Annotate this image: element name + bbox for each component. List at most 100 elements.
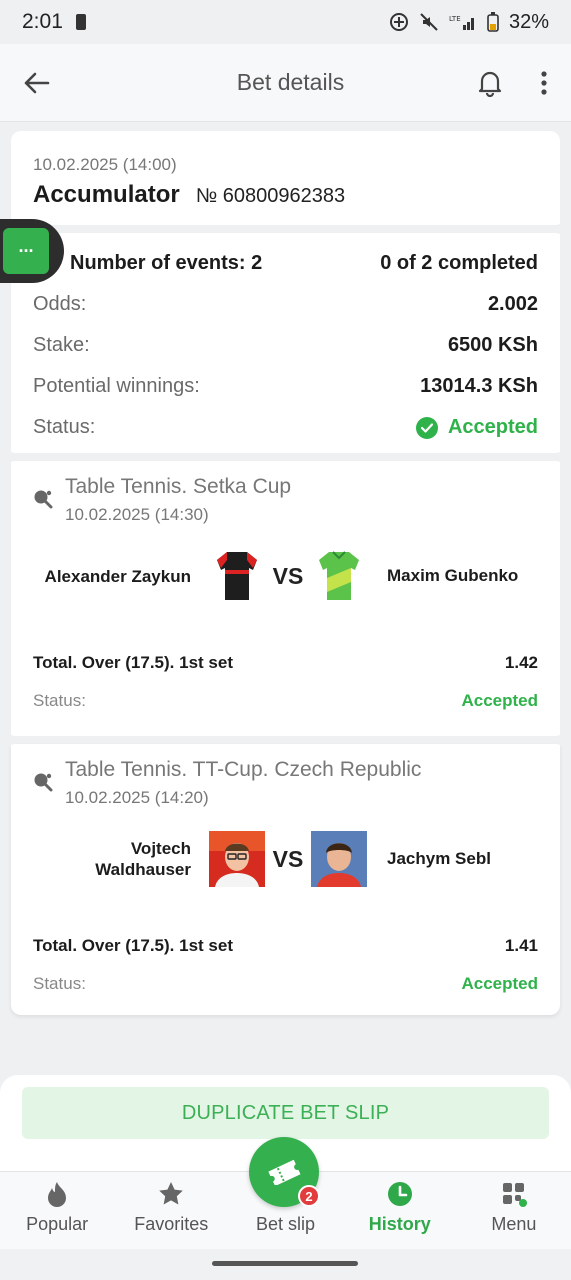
winnings-row: Potential winnings: 13014.3 KSh xyxy=(33,366,538,407)
home-indicator[interactable] xyxy=(212,1261,358,1266)
event-status-value: Accepted xyxy=(461,974,538,993)
odds-label: Odds: xyxy=(33,293,87,315)
app-bar: Bet details xyxy=(0,44,571,122)
winnings-label: Potential winnings: xyxy=(33,375,200,397)
player-photo-home xyxy=(209,831,265,887)
status-time: 2:01 xyxy=(22,10,63,33)
event-date: 10.02.2025 (14:30) xyxy=(65,505,209,524)
tab-favorites-label: Favorites xyxy=(134,1214,209,1234)
event-header: Table Tennis. TT-Cup. Czech Republic 10.… xyxy=(33,758,538,808)
event-info: Table Tennis. Setka Cup 10.02.2025 (14:3… xyxy=(65,475,291,525)
data-saver-icon xyxy=(389,13,408,31)
mute-icon xyxy=(420,13,438,31)
more-vertical-icon xyxy=(541,70,547,95)
matchup: Alexander Zaykun VS Maxim Gubenko xyxy=(33,547,538,605)
page-title: Bet details xyxy=(236,69,345,95)
team-home-name-line2: Waldhauser xyxy=(95,860,191,879)
status-value: Accepted xyxy=(415,416,538,439)
event-league: Table Tennis. TT-Cup. Czech Republic xyxy=(65,758,422,781)
ticket-notch xyxy=(555,452,565,462)
team-home-jersey-icon xyxy=(217,552,257,600)
event-status-row: Status: Accepted xyxy=(33,691,538,711)
market-row: Total. Over (17.5). 1st set 1.41 xyxy=(33,936,538,956)
event-status-label: Status: xyxy=(33,691,86,710)
status-bar: 2:01 LTE 32% xyxy=(0,0,571,44)
winnings-value: 13014.3 KSh xyxy=(420,375,538,397)
player-photo-away xyxy=(311,831,367,887)
sim-icon xyxy=(75,14,86,30)
vs-label: VS xyxy=(272,562,304,589)
more-options-button[interactable] xyxy=(517,44,571,122)
ticket-notch xyxy=(555,735,565,745)
completed-value: 0 of 2 completed xyxy=(380,252,538,274)
market-row: Total. Over (17.5). 1st set 1.42 xyxy=(33,653,538,673)
bell-icon xyxy=(478,71,502,97)
team-home-name: Alexander Zaykun xyxy=(44,566,191,586)
vs-label: VS xyxy=(272,845,304,872)
check-circle-icon xyxy=(415,416,438,439)
duplicate-bet-slip-button[interactable]: DUPLICATE BET SLIP xyxy=(22,1087,549,1139)
event-status-label: Status: xyxy=(33,974,86,993)
tab-menu[interactable]: Menu xyxy=(457,1172,571,1249)
ticket-notch xyxy=(6,452,16,462)
stake-row: Stake: 6500 KSh xyxy=(33,325,538,366)
flame-icon xyxy=(48,1182,67,1207)
status-text: Accepted xyxy=(447,416,538,438)
event-status-row: Status: Accepted xyxy=(33,974,538,994)
event-header: Table Tennis. Setka Cup 10.02.2025 (14:3… xyxy=(33,475,538,525)
battery-percent: 32% xyxy=(508,10,549,33)
signal-icon: LTE xyxy=(449,15,474,30)
team-away-jersey-icon xyxy=(319,551,359,600)
team-home-name: Vojtech Waldhauser xyxy=(33,838,191,880)
svg-text:LTE: LTE xyxy=(449,15,461,23)
market-odd: 1.41 xyxy=(504,936,538,955)
bet-date: 10.02.2025 (14:00) xyxy=(33,155,177,174)
bet-number[interactable]: № 60800962383 xyxy=(196,185,345,208)
event-info: Table Tennis. TT-Cup. Czech Republic 10.… xyxy=(65,758,421,808)
ticket-notch xyxy=(6,735,16,745)
bet-summary-card: Number of events: 2 0 of 2 completed Odd… xyxy=(11,233,560,453)
market-name: Total. Over (17.5). 1st set xyxy=(33,653,233,672)
market-name: Total. Over (17.5). 1st set xyxy=(33,936,233,955)
table-tennis-icon xyxy=(34,773,53,792)
matchup: Vojtech Waldhauser VS Jachym Sebl xyxy=(33,830,538,888)
status-row: Status: Accepted xyxy=(33,407,538,448)
tab-popular[interactable]: Popular xyxy=(0,1172,114,1249)
grid-menu-icon xyxy=(502,1183,527,1207)
bet-slip-count-badge: 2 xyxy=(298,1185,320,1207)
odds-row: Odds: 2.002 xyxy=(33,284,538,325)
odds-value: 2.002 xyxy=(487,293,538,315)
event-card[interactable]: Table Tennis. TT-Cup. Czech Republic 10.… xyxy=(11,744,560,1015)
back-arrow-icon xyxy=(24,72,50,93)
chat-dots-icon: ··· xyxy=(3,228,49,274)
event-league: Table Tennis. Setka Cup xyxy=(65,475,292,498)
bet-header-card: 10.02.2025 (14:00) Accumulator № 6080096… xyxy=(11,131,560,225)
bet-type: Accumulator xyxy=(33,181,180,208)
gesture-bar xyxy=(0,1249,571,1280)
tab-history[interactable]: History xyxy=(343,1172,457,1249)
event-date: 10.02.2025 (14:20) xyxy=(65,788,209,807)
star-icon xyxy=(159,1182,184,1205)
bet-title-line: Accumulator № 60800962383 xyxy=(33,181,538,209)
ticket-notch xyxy=(555,224,565,234)
status-time-group: 2:01 xyxy=(22,10,87,34)
status-icons: LTE 32% xyxy=(389,11,549,34)
floating-chat-tab[interactable]: ··· xyxy=(0,219,64,283)
tab-favorites[interactable]: Favorites xyxy=(114,1172,228,1249)
clock-icon xyxy=(387,1182,412,1206)
status-label: Status: xyxy=(33,416,96,438)
battery-icon xyxy=(487,12,499,32)
events-count-row: Number of events: 2 0 of 2 completed xyxy=(33,243,538,284)
tab-popular-label: Popular xyxy=(26,1214,89,1234)
team-away-name: Jachym Sebl xyxy=(387,849,491,868)
event-status-value: Accepted xyxy=(461,691,538,710)
events-count-label: Number of events: 2 xyxy=(70,252,263,274)
team-away-name: Maxim Gubenko xyxy=(387,566,519,585)
table-tennis-icon xyxy=(34,490,53,509)
event-card[interactable]: Table Tennis. Setka Cup 10.02.2025 (14:3… xyxy=(11,461,560,736)
ticket-icon xyxy=(268,1159,301,1185)
notifications-button[interactable] xyxy=(463,44,517,122)
stake-value: 6500 KSh xyxy=(447,334,538,356)
back-button[interactable] xyxy=(0,44,74,122)
tab-betslip-label: Bet slip xyxy=(255,1214,316,1234)
